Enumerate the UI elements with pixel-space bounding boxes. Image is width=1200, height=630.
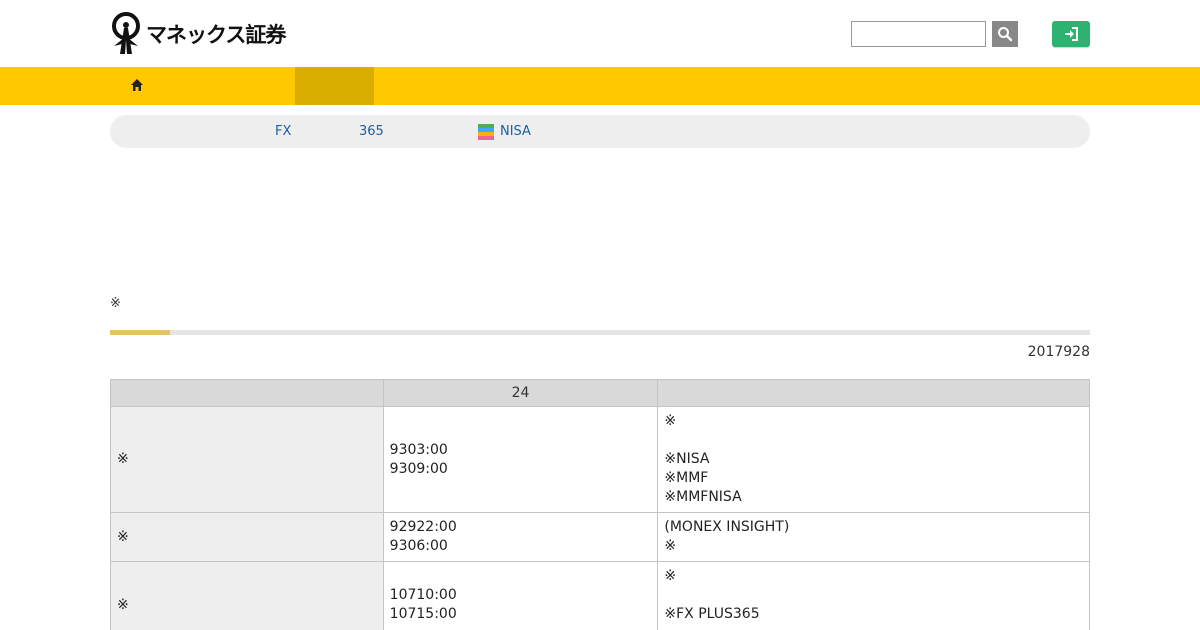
time-value: 9303:00: [389, 441, 448, 458]
subnav-item-365[interactable]: 365: [359, 124, 384, 139]
subnav-item-nisa[interactable]: NISA: [500, 124, 531, 139]
time-cell: 9303:00 9309:00: [382, 406, 659, 513]
progress-bar: [110, 330, 1090, 335]
table-row: ※ 9303:00 9309:00 ※ ※NISA ※MMF ※MMFNISA: [110, 406, 1090, 513]
note-line: ※MMFNISA: [664, 489, 742, 505]
login-icon: [1065, 27, 1078, 41]
time-value: 9309:00: [389, 460, 448, 477]
search-icon: [998, 27, 1013, 42]
time-value: 92922:00: [389, 519, 457, 535]
monex-logo[interactable]: マネックス証券: [110, 11, 286, 57]
table-row: ※ 10710:00 10715:00 ※ ※FX PLUS365: [110, 561, 1090, 630]
column-header: [657, 379, 1090, 407]
time-value: 10710:00: [389, 587, 457, 603]
site-header: マネックス証券: [0, 0, 1200, 67]
subnav-item-fx[interactable]: FX: [275, 124, 291, 139]
note-line: ※: [664, 568, 677, 584]
nav-home-item[interactable]: [110, 67, 295, 105]
time-value: 10715:00: [389, 606, 457, 622]
home-icon: [131, 79, 143, 91]
nisa-icon: [478, 124, 494, 140]
note-line: ※: [664, 538, 677, 554]
table-header-row: 24: [110, 379, 1090, 407]
search-input[interactable]: [851, 21, 986, 47]
notes-cell: ※ ※FX PLUS365: [657, 561, 1090, 630]
note-line: ※FX PLUS365: [664, 606, 760, 622]
note-line: ※NISA: [664, 451, 710, 467]
time-cell: 92922:00 9306:00: [382, 512, 659, 562]
time-value: 9306:00: [389, 538, 448, 554]
monex-logo-icon: [112, 12, 140, 54]
note-mark: ※: [110, 296, 121, 311]
publish-date: 2017928: [1027, 344, 1090, 360]
column-header: 24: [382, 379, 659, 407]
sub-nav: FX 365 NISA: [110, 115, 1090, 148]
row-label: ※: [110, 406, 384, 513]
table-row: ※ 92922:00 9306:00 (MONEX INSIGHT) ※: [110, 512, 1090, 562]
row-label: ※: [110, 561, 384, 630]
notes-cell: (MONEX INSIGHT) ※: [657, 512, 1090, 562]
schedule-table: 24 ※ 9303:00 9309:00 ※ ※NISA ※MMF ※MMFNI…: [110, 379, 1090, 630]
row-label: ※: [110, 512, 384, 562]
nav-active-item[interactable]: [295, 67, 374, 105]
login-button[interactable]: [1052, 21, 1090, 47]
note-line: (MONEX INSIGHT): [664, 519, 790, 535]
notes-cell: ※ ※NISA ※MMF ※MMFNISA: [657, 406, 1090, 513]
column-header: [110, 379, 384, 407]
note-line: ※MMF: [664, 470, 709, 486]
main-nav-bar: [0, 67, 1200, 105]
note-line: ※: [664, 413, 677, 429]
time-cell: 10710:00 10715:00: [382, 561, 659, 630]
logo-text: マネックス証券: [146, 23, 286, 47]
search-button[interactable]: [992, 21, 1018, 47]
progress-fill: [110, 330, 170, 335]
